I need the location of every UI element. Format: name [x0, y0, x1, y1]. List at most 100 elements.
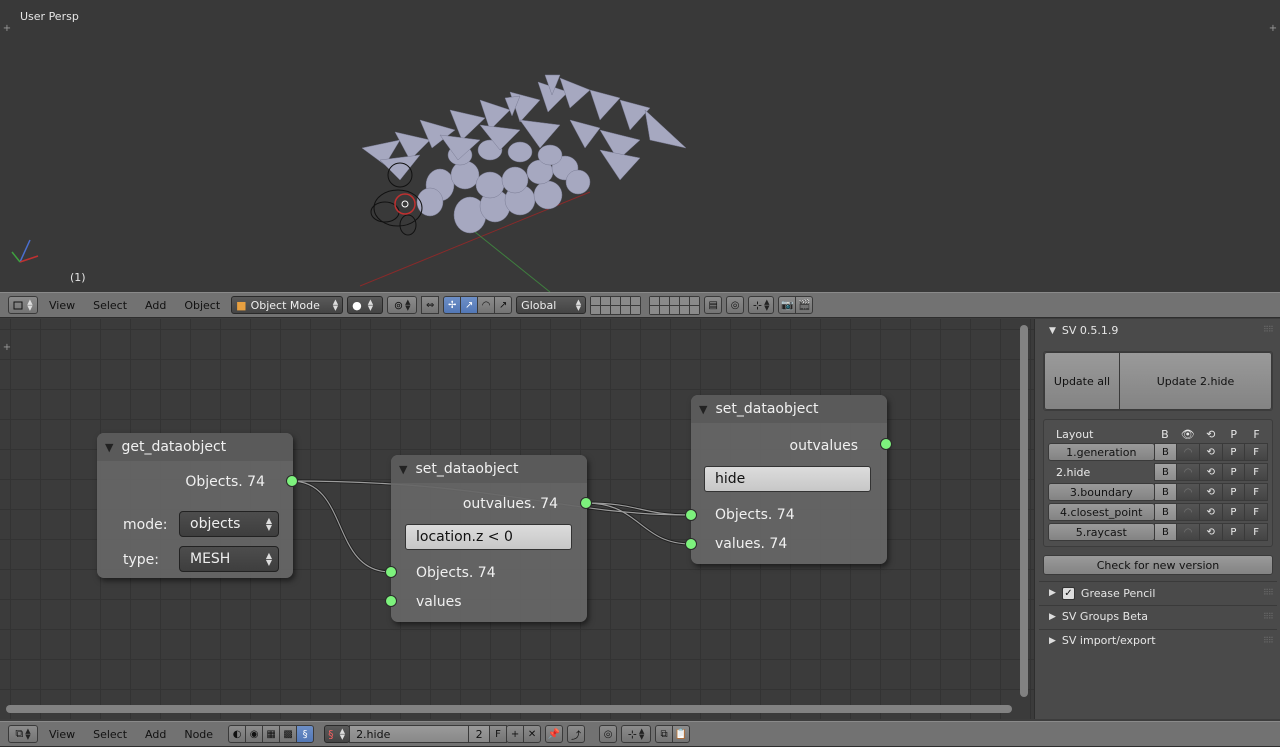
3d-viewport[interactable]: User Persp (1) + +	[0, 0, 1280, 292]
manipulator-toggle-icon[interactable]: ⇔	[421, 296, 440, 314]
eye-icon[interactable]: ◠	[1176, 463, 1200, 481]
layout-select-button[interactable]: 2.hide	[1048, 463, 1155, 481]
grease-pencil-checkbox[interactable]: ✓	[1061, 586, 1075, 600]
menu-select[interactable]: Select	[86, 728, 134, 741]
editor-type-button[interactable]: ⧉ ▲ ▼	[8, 725, 38, 743]
pin-icon[interactable]: 📌	[545, 725, 564, 743]
fake-user-button[interactable]: F	[1244, 503, 1268, 521]
mode-dropdown[interactable]: objects ▲ ▼	[179, 511, 279, 537]
parent-tree-icon[interactable]: ⤴	[567, 725, 586, 743]
manipulator-translate-icon[interactable]: ✢	[443, 296, 462, 314]
fake-user-button[interactable]: F	[489, 725, 508, 743]
manipulator-arrow-icon[interactable]: ↗	[494, 296, 513, 314]
fake-user-button[interactable]: F	[1244, 523, 1268, 541]
menu-object[interactable]: Object	[177, 299, 227, 312]
drag-grip-icon[interactable]: ⠿⠿	[1263, 325, 1274, 334]
lock-camera-icon[interactable]: ▤	[704, 296, 723, 314]
process-toggle-icon[interactable]: ⟲	[1198, 463, 1223, 481]
snap-toggle-icon[interactable]: ◎	[599, 725, 618, 743]
expression-field[interactable]: hide	[704, 466, 871, 492]
eye-icon[interactable]: ◠	[1176, 503, 1200, 521]
layout-select-button[interactable]: 3.boundary	[1048, 483, 1155, 501]
type-dropdown[interactable]: MESH ▲ ▼	[179, 546, 279, 572]
bake-button[interactable]: B	[1153, 523, 1178, 541]
layout-select-button[interactable]: 5.raycast	[1048, 523, 1155, 541]
render-animation-icon[interactable]: 🎬	[795, 296, 814, 314]
orientation-select[interactable]: Global ▲ ▼	[516, 296, 587, 314]
process-toggle-icon[interactable]: ⟲	[1198, 503, 1223, 521]
fake-user-button[interactable]: F	[1244, 443, 1268, 461]
check-version-button[interactable]: Check for new version	[1043, 555, 1273, 575]
render-still-icon[interactable]: 📷	[778, 296, 797, 314]
fake-user-button[interactable]: F	[1244, 483, 1268, 501]
expression-field[interactable]: location.z < 0	[405, 524, 572, 550]
menu-add[interactable]: Add	[138, 728, 173, 741]
update-all-button[interactable]: Update all	[1044, 352, 1120, 410]
menu-view[interactable]: View	[42, 299, 82, 312]
bake-button[interactable]: B	[1153, 483, 1178, 501]
grease-pencil-panel-header[interactable]: ▶ ✓ Grease Pencil	[1049, 585, 1155, 601]
horizontal-scrollbar[interactable]	[6, 705, 1012, 713]
menu-add[interactable]: Add	[138, 299, 173, 312]
collapse-icon[interactable]: ▼	[399, 463, 407, 476]
eye-icon[interactable]: ◠	[1176, 523, 1200, 541]
process-button[interactable]: P	[1221, 523, 1246, 541]
collapse-icon[interactable]: ▼	[105, 441, 113, 454]
process-button[interactable]: P	[1221, 463, 1246, 481]
checker-tree-icon[interactable]: ▩	[279, 725, 298, 743]
pivot-select[interactable]: ⊚ ▲ ▼	[387, 296, 418, 314]
node-header[interactable]: ▼ get_dataobject	[97, 433, 293, 461]
drag-grip-icon[interactable]: ⠿⠿	[1263, 588, 1274, 597]
node-header[interactable]: ▼ set_dataobject	[391, 455, 587, 483]
layout-select-button[interactable]: 4.closest_point	[1048, 503, 1155, 521]
new-tree-icon[interactable]: +	[506, 725, 525, 743]
snap-element-select[interactable]: ⊹ ▲ ▼	[748, 296, 775, 314]
process-toggle-icon[interactable]: ⟲	[1198, 523, 1223, 541]
input-socket-objects[interactable]	[385, 566, 397, 578]
eye-icon[interactable]: ◠	[1176, 483, 1200, 501]
unlink-tree-icon[interactable]: ✕	[523, 725, 542, 743]
mode-select[interactable]: ■ Object Mode ▲ ▼	[231, 296, 344, 314]
menu-node[interactable]: Node	[177, 728, 220, 741]
fake-user-button[interactable]: F	[1244, 463, 1269, 481]
update-current-button[interactable]: Update 2.hide	[1119, 352, 1272, 410]
output-socket-outvalues[interactable]	[580, 497, 592, 509]
process-button[interactable]: P	[1221, 483, 1246, 501]
bake-button[interactable]: B	[1153, 443, 1178, 461]
manipulator-rotate-icon[interactable]: ↗	[460, 296, 479, 314]
compositing-tree-icon[interactable]: ▦	[262, 725, 281, 743]
process-toggle-icon[interactable]: ⟲	[1198, 443, 1223, 461]
drag-grip-icon[interactable]: ⠿⠿	[1263, 612, 1274, 621]
texture-tree-icon[interactable]: ◉	[245, 725, 264, 743]
drag-grip-icon[interactable]: ⠿⠿	[1263, 636, 1274, 645]
vertical-scrollbar[interactable]	[1020, 325, 1028, 697]
layers-group-1[interactable]	[590, 295, 642, 315]
node-header[interactable]: ▼ set_dataobject	[691, 395, 887, 423]
paste-nodes-icon[interactable]: 📋	[672, 725, 691, 743]
process-toggle-icon[interactable]: ⟲	[1198, 483, 1223, 501]
sv-groups-panel-header[interactable]: ▶ SV Groups Beta	[1049, 610, 1148, 623]
node-set-dataobject-2[interactable]: ▼ set_dataobject outvalues hide Objects.…	[685, 395, 892, 564]
sv-import-export-panel-header[interactable]: ▶ SV import/export	[1049, 634, 1156, 647]
layout-select-button[interactable]: 1.generation	[1048, 443, 1155, 461]
snap-element-select[interactable]: ⊹ ▲ ▼	[621, 725, 652, 743]
node-set-dataobject-1[interactable]: ▼ set_dataobject outvalues. 74 location.…	[385, 455, 592, 622]
area-split-icon[interactable]: +	[2, 24, 12, 34]
editor-type-button[interactable]: ▲ ▼	[8, 296, 38, 314]
layers-group-2[interactable]	[649, 295, 701, 315]
tree-name-field[interactable]: 2.hide	[349, 725, 470, 743]
input-socket-objects[interactable]	[685, 509, 697, 521]
copy-nodes-icon[interactable]: ⧉	[655, 725, 674, 743]
bake-button[interactable]: B	[1153, 503, 1178, 521]
process-button[interactable]: P	[1221, 443, 1246, 461]
menu-view[interactable]: View	[42, 728, 82, 741]
output-socket-objects[interactable]	[286, 475, 298, 487]
eye-icon[interactable]: ◠	[1176, 443, 1200, 461]
sv-panel-header[interactable]: ▼ SV 0.5.1.9	[1049, 324, 1118, 337]
node-get-dataobject[interactable]: ▼ get_dataobject Objects. 74 mode: objec…	[97, 433, 298, 578]
process-button[interactable]: P	[1221, 503, 1246, 521]
proportional-edit-icon[interactable]: ◎	[726, 296, 745, 314]
collapse-icon[interactable]: ▼	[699, 403, 707, 416]
sverchok-tree-icon[interactable]: §	[296, 725, 315, 743]
browse-tree-button[interactable]: § ▲ ▼	[324, 725, 351, 743]
